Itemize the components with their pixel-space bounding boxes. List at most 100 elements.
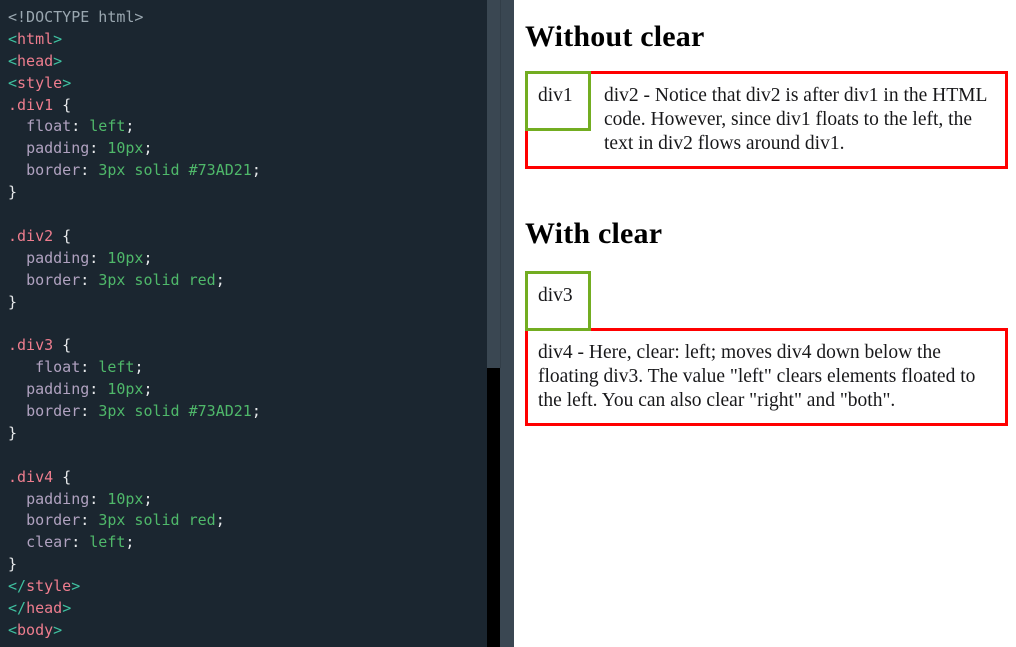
code-line: </style> xyxy=(8,576,487,598)
code-line: padding: 10px; xyxy=(8,138,487,160)
code-token: padding xyxy=(26,139,90,158)
code-line: .div3 { xyxy=(8,335,487,357)
code-token: </ xyxy=(8,577,27,596)
code-token: : xyxy=(80,358,99,377)
code-token: left xyxy=(89,533,126,552)
div2-flow-box: div2 - Notice that div2 is after div1 in… xyxy=(525,71,1008,169)
code-token: > xyxy=(71,577,81,596)
code-line: <!DOCTYPE html> xyxy=(8,7,487,29)
code-token: < xyxy=(8,73,18,92)
editor-vertical-scrollbar[interactable] xyxy=(487,0,514,647)
code-line: } xyxy=(8,423,487,445)
code-token: </ xyxy=(8,599,27,618)
scrollbar-thumb[interactable] xyxy=(487,368,500,647)
code-line: .div2 { xyxy=(8,226,487,248)
code-editor-text[interactable]: <!DOCTYPE html> <html> <head> <style> .div1 … xyxy=(0,0,487,642)
code-token: 10px xyxy=(107,489,144,508)
code-token: padding xyxy=(26,248,90,267)
code-line: .div4 { xyxy=(8,467,487,489)
code-token: html xyxy=(17,29,54,48)
code-token: 3px solid red xyxy=(98,270,216,289)
demo-with-clear: div3 div4 - Here, clear: left; moves div… xyxy=(525,271,1008,426)
preview-document-body: Without clear div1 div2 - Notice that di… xyxy=(525,0,1016,647)
code-token: ; xyxy=(125,533,135,552)
div4-cleared-box: div4 - Here, clear: left; moves div4 dow… xyxy=(525,328,1008,426)
code-token: border xyxy=(26,402,81,421)
code-token: ; xyxy=(143,248,153,267)
code-token: .div3 xyxy=(8,336,54,355)
code-token: : xyxy=(80,270,99,289)
code-token: style xyxy=(17,73,63,92)
code-token: border xyxy=(26,511,81,530)
code-token: { xyxy=(53,336,72,355)
code-token: : xyxy=(71,533,90,552)
code-line: border: 3px solid red; xyxy=(8,510,487,532)
preview-pane: Without clear div1 div2 - Notice that di… xyxy=(514,0,1016,647)
code-line: </head> xyxy=(8,598,487,620)
code-token: padding xyxy=(26,380,90,399)
code-line: border: 3px solid #73AD21; xyxy=(8,160,487,182)
code-token: : xyxy=(80,161,99,180)
code-editor-pane[interactable]: <!DOCTYPE html> <html> <head> <style> .div1 … xyxy=(0,0,487,647)
code-token: ; xyxy=(251,161,261,180)
split-editor-preview-window: <!DOCTYPE html> <html> <head> <style> .div1 … xyxy=(0,0,1016,647)
code-token: : xyxy=(89,139,108,158)
code-token: { xyxy=(53,95,72,114)
code-line: border: 3px solid #73AD21; xyxy=(8,401,487,423)
code-line: .div1 { xyxy=(8,95,487,117)
code-token: padding xyxy=(26,489,90,508)
code-token: > xyxy=(62,599,72,618)
code-token: ; xyxy=(215,270,225,289)
code-token: 3px solid red xyxy=(98,511,216,530)
code-token: float xyxy=(35,358,81,377)
code-token: 3px solid #73AD21 xyxy=(98,402,252,421)
code-token: 10px xyxy=(107,139,144,158)
code-token: > xyxy=(53,29,63,48)
code-line: } xyxy=(8,182,487,204)
code-token: > xyxy=(53,51,63,70)
code-token: ; xyxy=(143,489,153,508)
code-token: } xyxy=(8,555,18,574)
code-line: border: 3px solid red; xyxy=(8,270,487,292)
demo-without-clear: div1 div2 - Notice that div2 is after di… xyxy=(525,71,1008,169)
code-token: ; xyxy=(143,380,153,399)
code-token: style xyxy=(26,577,72,596)
div1-float-box: div1 xyxy=(525,71,591,131)
code-token: ; xyxy=(143,139,153,158)
code-line: <html> xyxy=(8,29,487,51)
code-token: border xyxy=(26,161,81,180)
code-token: { xyxy=(53,226,72,245)
code-line: } xyxy=(8,292,487,314)
code-token: < xyxy=(8,51,18,70)
code-token: : xyxy=(89,380,108,399)
code-token: ; xyxy=(215,511,225,530)
code-token: left xyxy=(98,358,135,377)
code-token: .div1 xyxy=(8,95,54,114)
code-token: } xyxy=(8,292,18,311)
code-line: } xyxy=(8,554,487,576)
code-token: left xyxy=(89,117,126,136)
code-token: > xyxy=(53,620,63,639)
code-token: 3px solid #73AD21 xyxy=(98,161,252,180)
code-token: border xyxy=(26,270,81,289)
code-token: ; xyxy=(251,402,261,421)
code-token: head xyxy=(17,51,54,70)
code-token: <!DOCTYPE html> xyxy=(8,8,144,26)
code-token: } xyxy=(8,423,18,442)
code-line: <body> xyxy=(8,620,487,642)
code-token: .div2 xyxy=(8,226,54,245)
code-token: head xyxy=(26,599,63,618)
code-token: > xyxy=(62,73,72,92)
code-token: < xyxy=(8,29,18,48)
